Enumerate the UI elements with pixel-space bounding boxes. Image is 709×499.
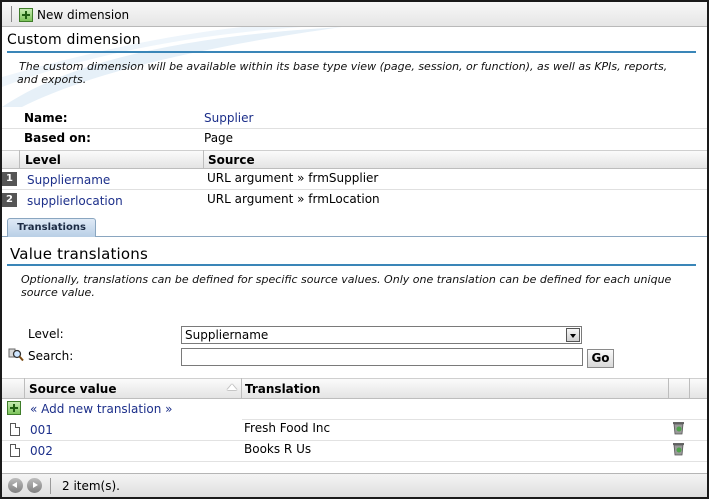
level-label: Level: [28,327,64,341]
custom-dimension-title: Custom dimension [7,32,141,48]
new-dimension-button[interactable]: New dimension [16,5,132,24]
translation-value: Books R Us [244,442,312,456]
divider [242,419,707,420]
tab-translations[interactable]: Translations [7,218,96,237]
levels-table-header: Level Source [2,150,707,169]
level-source: URL argument » frmSupplier [207,171,379,185]
column-header-source-value[interactable]: Source value [29,382,117,396]
source-value-link[interactable]: 002 [30,444,53,458]
search-input[interactable] [181,348,583,366]
level-number-badge: 2 [2,193,17,207]
search-label: Search: [28,349,74,363]
column-divider [668,378,669,399]
column-divider [689,378,690,399]
divider [2,128,707,129]
search-icon [8,348,24,362]
item-count: 2 item(s). [62,479,120,493]
trash-icon[interactable] [672,442,685,456]
previous-page-button[interactable] [8,478,23,493]
level-link-suppliername[interactable]: Suppliername [27,173,110,187]
divider [2,189,707,190]
chevron-down-icon [566,328,580,342]
new-dimension-label: New dimension [37,7,130,22]
translation-value: Fresh Food Inc [244,421,331,435]
level-select[interactable]: Suppliername [181,326,582,344]
name-label: Name: [24,111,68,125]
column-divider [19,150,20,169]
footer-separator [50,478,51,494]
toolbar-separator [11,6,12,22]
window-frame: New dimension Custom dimension The custo… [0,0,709,499]
column-header-translation: Translation [245,382,321,396]
column-header-level: Level [25,153,61,167]
translations-table-header: Source value Translation [2,378,707,399]
level-number-badge: 1 [2,172,17,186]
value-translations-description-2: source value. [21,286,95,299]
column-divider [241,378,242,399]
section-rule [7,51,696,53]
custom-dimension-description-1: The custom dimension will be available w… [19,60,668,73]
name-value: Supplier [204,111,254,125]
add-new-translation-link[interactable]: « Add new translation » [30,402,173,416]
trash-icon[interactable] [672,421,685,435]
custom-dimension-description-2: and exports. [17,73,87,86]
document-icon [10,444,20,457]
go-button[interactable]: Go [587,349,614,368]
level-select-value: Suppliername [185,328,269,342]
toolbar: New dimension [2,2,707,27]
divider [2,440,707,441]
level-link-supplierlocation[interactable]: supplierlocation [27,194,123,208]
section-rule [7,264,696,266]
value-translations-title: Value translations [10,245,149,263]
pagination-footer: 2 item(s). [2,473,707,497]
value-translations-description-1: Optionally, translations can be defined … [21,273,672,286]
based-on-value: Page [204,131,234,145]
column-divider [24,378,25,399]
column-divider [203,150,204,169]
document-icon [10,423,20,436]
level-source: URL argument » frmLocation [207,192,380,206]
tab-strip: Translations [2,218,707,237]
sort-ascending-icon[interactable] [227,384,237,390]
source-value-link[interactable]: 001 [30,423,53,437]
add-icon [19,7,33,22]
based-on-label: Based on: [24,131,91,145]
add-icon[interactable] [7,401,21,415]
column-header-source: Source [208,153,255,167]
divider [2,461,707,462]
next-page-button[interactable] [27,478,42,493]
